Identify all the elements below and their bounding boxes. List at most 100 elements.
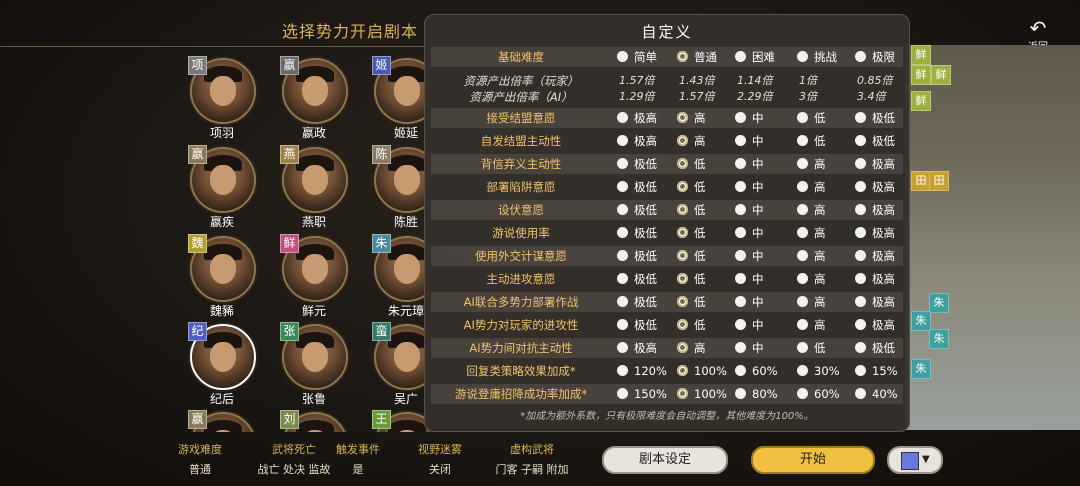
map-region-tile[interactable]: 朱 [929, 293, 949, 313]
map-region-tile[interactable]: 鲜 [911, 91, 931, 111]
radio-option[interactable]: 高 [797, 269, 826, 289]
radio-option[interactable]: 80% [735, 384, 778, 404]
character-card[interactable]: 纪纪后 [170, 318, 260, 406]
radio-option[interactable]: 挑战 [797, 47, 837, 67]
radio-option[interactable]: 低 [677, 315, 706, 335]
character-name: 嬴政 [301, 126, 326, 140]
script-settings-button[interactable]: 剧本设定 [602, 446, 728, 474]
map-preview[interactable]: 鲜鲜鲜鲜田田朱朱朱朱 [905, 45, 1080, 430]
radio-option[interactable]: 低 [797, 108, 826, 128]
radio-option[interactable]: 高 [797, 200, 826, 220]
color-picker-button[interactable]: ▼ [887, 446, 943, 474]
radio-option[interactable]: 中 [735, 269, 764, 289]
character-card[interactable]: 嬴 [170, 406, 260, 432]
radio-option[interactable]: 低 [677, 223, 706, 243]
character-card[interactable]: 嬴嬴疾 [170, 141, 260, 229]
radio-option[interactable]: 高 [797, 154, 826, 174]
radio-option[interactable]: 极低 [617, 177, 657, 197]
radio-option[interactable]: 极高 [855, 246, 895, 266]
map-region-tile[interactable]: 田 [911, 171, 931, 191]
radio-option[interactable]: 极低 [617, 200, 657, 220]
radio-option[interactable]: 极限 [855, 47, 895, 67]
radio-option[interactable]: 困难 [735, 47, 775, 67]
radio-option[interactable]: 中 [735, 200, 764, 220]
radio-option[interactable]: 低 [677, 269, 706, 289]
radio-option[interactable]: 高 [797, 223, 826, 243]
radio-option[interactable]: 中 [735, 177, 764, 197]
map-region-tile[interactable]: 朱 [911, 311, 931, 331]
radio-option[interactable]: 高 [677, 338, 706, 358]
radio-option[interactable]: 15% [855, 361, 898, 381]
character-card[interactable]: 嬴嬴政 [262, 52, 352, 140]
character-card[interactable]: 朱朱元璋 [354, 230, 430, 318]
radio-option[interactable]: 中 [735, 246, 764, 266]
radio-option[interactable]: 极高 [855, 269, 895, 289]
character-card[interactable]: 魏魏豨 [170, 230, 260, 318]
character-card[interactable]: 刘 [262, 406, 352, 432]
radio-option[interactable]: 简单 [617, 47, 657, 67]
character-card[interactable]: 张张鲁 [262, 318, 352, 406]
character-card[interactable]: 蛮吴广 [354, 318, 430, 406]
radio-option[interactable]: 极低 [855, 338, 895, 358]
radio-option[interactable]: 极高 [855, 177, 895, 197]
radio-option[interactable]: 中 [735, 131, 764, 151]
radio-option[interactable]: 极高 [855, 154, 895, 174]
character-card[interactable]: 项项羽 [170, 52, 260, 140]
radio-option[interactable]: 高 [797, 292, 826, 312]
character-card[interactable]: 鲜鲜元 [262, 230, 352, 318]
radio-option[interactable]: 中 [735, 315, 764, 335]
radio-option[interactable]: 低 [677, 292, 706, 312]
radio-option[interactable]: 30% [797, 361, 840, 381]
radio-option[interactable]: 极低 [617, 315, 657, 335]
radio-option[interactable]: 高 [797, 177, 826, 197]
start-button[interactable]: 开始 [751, 446, 875, 474]
radio-option[interactable]: 极低 [617, 292, 657, 312]
map-region-tile[interactable]: 朱 [911, 359, 931, 379]
map-region-tile[interactable]: 朱 [929, 329, 949, 349]
map-region-tile[interactable]: 鲜 [911, 65, 931, 85]
character-card[interactable]: 王 [354, 406, 430, 432]
radio-option[interactable]: 极高 [855, 292, 895, 312]
radio-option[interactable]: 40% [855, 384, 898, 404]
radio-option[interactable]: 低 [677, 177, 706, 197]
radio-option[interactable]: 中 [735, 108, 764, 128]
radio-option[interactable]: 极高 [617, 338, 657, 358]
radio-option[interactable]: 高 [677, 108, 706, 128]
radio-option[interactable]: 极低 [617, 154, 657, 174]
character-card[interactable]: 燕燕职 [262, 141, 352, 229]
radio-option[interactable]: 极高 [855, 315, 895, 335]
radio-option[interactable]: 中 [735, 154, 764, 174]
radio-option[interactable]: 高 [797, 315, 826, 335]
map-region-tile[interactable]: 鲜 [931, 65, 951, 85]
radio-option[interactable]: 高 [797, 246, 826, 266]
radio-option[interactable]: 60% [797, 384, 840, 404]
radio-option[interactable]: 极低 [617, 246, 657, 266]
radio-option[interactable]: 极高 [617, 131, 657, 151]
radio-option[interactable]: 100% [677, 384, 727, 404]
radio-option[interactable]: 低 [797, 338, 826, 358]
radio-option[interactable]: 低 [677, 200, 706, 220]
radio-option[interactable]: 极高 [617, 108, 657, 128]
radio-option[interactable]: 120% [617, 361, 667, 381]
character-card[interactable]: 姬姬延 [354, 52, 430, 140]
radio-option[interactable]: 150% [617, 384, 667, 404]
radio-option[interactable]: 60% [735, 361, 778, 381]
radio-option[interactable]: 中 [735, 338, 764, 358]
radio-option[interactable]: 低 [677, 246, 706, 266]
radio-option[interactable]: 低 [677, 154, 706, 174]
radio-option[interactable]: 中 [735, 292, 764, 312]
radio-option[interactable]: 低 [797, 131, 826, 151]
radio-option[interactable]: 极低 [855, 108, 895, 128]
radio-option[interactable]: 极低 [617, 223, 657, 243]
radio-option[interactable]: 高 [677, 131, 706, 151]
radio-option[interactable]: 极低 [617, 269, 657, 289]
radio-option[interactable]: 极高 [855, 200, 895, 220]
radio-option[interactable]: 极高 [855, 223, 895, 243]
map-region-tile[interactable]: 鲜 [911, 45, 931, 65]
radio-option[interactable]: 中 [735, 223, 764, 243]
radio-option[interactable]: 100% [677, 361, 727, 381]
character-card[interactable]: 陈陈胜 [354, 141, 430, 229]
radio-option[interactable]: 普通 [677, 47, 717, 67]
map-region-tile[interactable]: 田 [929, 171, 949, 191]
radio-option[interactable]: 极低 [855, 131, 895, 151]
